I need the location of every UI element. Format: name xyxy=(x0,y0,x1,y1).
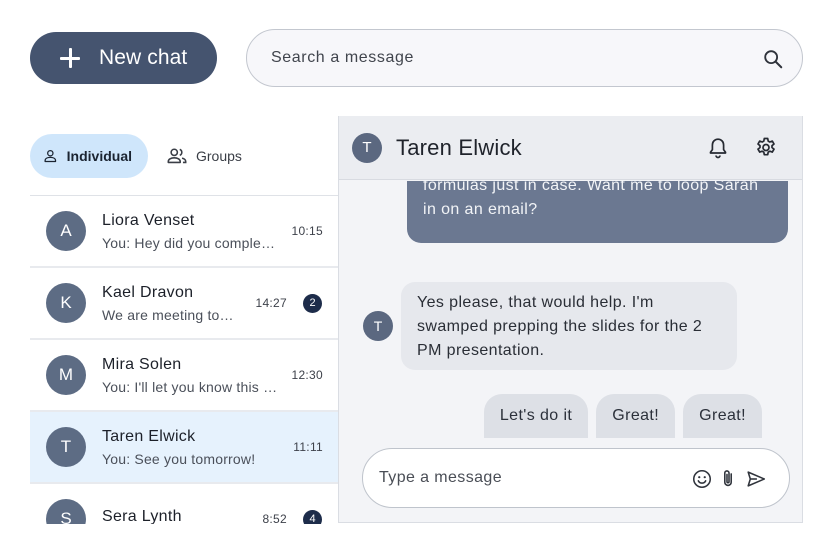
search-input[interactable] xyxy=(271,49,741,67)
avatar: T xyxy=(46,427,86,467)
contact-name: Sera Lynth xyxy=(102,507,182,525)
contact-name: Mira Solen xyxy=(102,355,182,373)
chat-title: Taren Elwick xyxy=(396,134,522,160)
avatar: T xyxy=(352,132,382,163)
message-preview: You: See you tomorrow! xyxy=(102,450,256,467)
gear-icon[interactable] xyxy=(754,136,778,160)
new-chat-label: New chat xyxy=(99,46,188,69)
conversation-tabs: Individual Groups xyxy=(30,116,338,196)
conversation-item[interactable]: K Kael Dravon We are meeting tomorrow 14… xyxy=(30,268,338,340)
chat-panel: T Taren Elwick formulas just in case. Wa… xyxy=(338,116,803,523)
timestamp: 12:30 xyxy=(291,368,323,382)
message-preview: We are meeting tomorrow xyxy=(102,306,242,323)
person-icon xyxy=(44,149,57,162)
paperclip-icon[interactable] xyxy=(717,468,739,490)
contact-name: Taren Elwick xyxy=(102,427,196,445)
timestamp: 8:52 xyxy=(262,512,287,524)
avatar: M xyxy=(46,355,86,395)
conversation-item[interactable]: A Liora Venset You: Hey did you complete… xyxy=(30,196,338,268)
tab-groups-label: Groups xyxy=(196,147,242,164)
message-line: swamped prepping the slides for the 2 xyxy=(417,318,703,335)
contact-name: Kael Dravon xyxy=(102,283,194,301)
tab-individual-label: Individual xyxy=(66,147,132,164)
message-preview: You: Hey did you complete the report? xyxy=(102,234,278,251)
message-input[interactable] xyxy=(379,469,679,487)
unread-badge: 2 xyxy=(303,293,322,313)
incoming-message: Yes please, that would help. I'm swamped… xyxy=(401,282,737,370)
smart-reply-chip[interactable]: Great! xyxy=(596,394,676,438)
group-icon xyxy=(167,147,187,163)
conversation-panel: Individual Groups A Liora Venset You: He… xyxy=(30,116,338,524)
send-icon[interactable] xyxy=(745,468,767,490)
smart-reply-chip[interactable]: Great! xyxy=(683,394,762,438)
conversation-item-selected[interactable]: T Taren Elwick You: See you tomorrow! 11… xyxy=(30,412,338,484)
search-bar xyxy=(246,29,803,87)
conversation-item[interactable]: S Sera Lynth 8:52 4 xyxy=(30,484,338,524)
message-line: formulas just in case. Want me to loop S… xyxy=(423,181,759,194)
timestamp: 11:11 xyxy=(293,440,323,454)
tab-individual[interactable]: Individual xyxy=(30,133,148,178)
avatar: A xyxy=(46,211,86,251)
timestamp: 14:27 xyxy=(255,296,287,310)
message-line: PM presentation. xyxy=(417,342,545,359)
timestamp: 10:15 xyxy=(291,224,323,238)
messenger-app: New chat Individual xyxy=(0,0,833,555)
new-chat-button[interactable]: New chat xyxy=(30,32,217,84)
avatar: K xyxy=(46,283,86,323)
message-preview: You: I'll let you know this afternoon xyxy=(102,378,278,395)
smart-replies: Let's do it Great! Great! xyxy=(483,394,762,438)
message-line: Yes please, that would help. I'm xyxy=(417,294,654,311)
bell-icon[interactable] xyxy=(706,136,730,160)
message-line: in on an email? xyxy=(423,201,538,218)
avatar: T xyxy=(363,311,393,341)
tab-groups[interactable]: Groups xyxy=(154,134,258,178)
contact-name: Liora Venset xyxy=(102,211,195,229)
conversation-item[interactable]: M Mira Solen You: I'll let you know this… xyxy=(30,340,338,412)
outgoing-message: formulas just in case. Want me to loop S… xyxy=(407,181,788,243)
emoji-icon[interactable] xyxy=(691,468,713,490)
avatar: S xyxy=(46,499,86,524)
message-composer xyxy=(362,448,790,508)
unread-badge: 4 xyxy=(303,509,322,524)
search-icon[interactable] xyxy=(762,48,784,70)
plus-icon xyxy=(59,47,81,69)
chat-header: T Taren Elwick xyxy=(339,116,802,180)
smart-reply-chip[interactable]: Let's do it xyxy=(483,394,589,438)
